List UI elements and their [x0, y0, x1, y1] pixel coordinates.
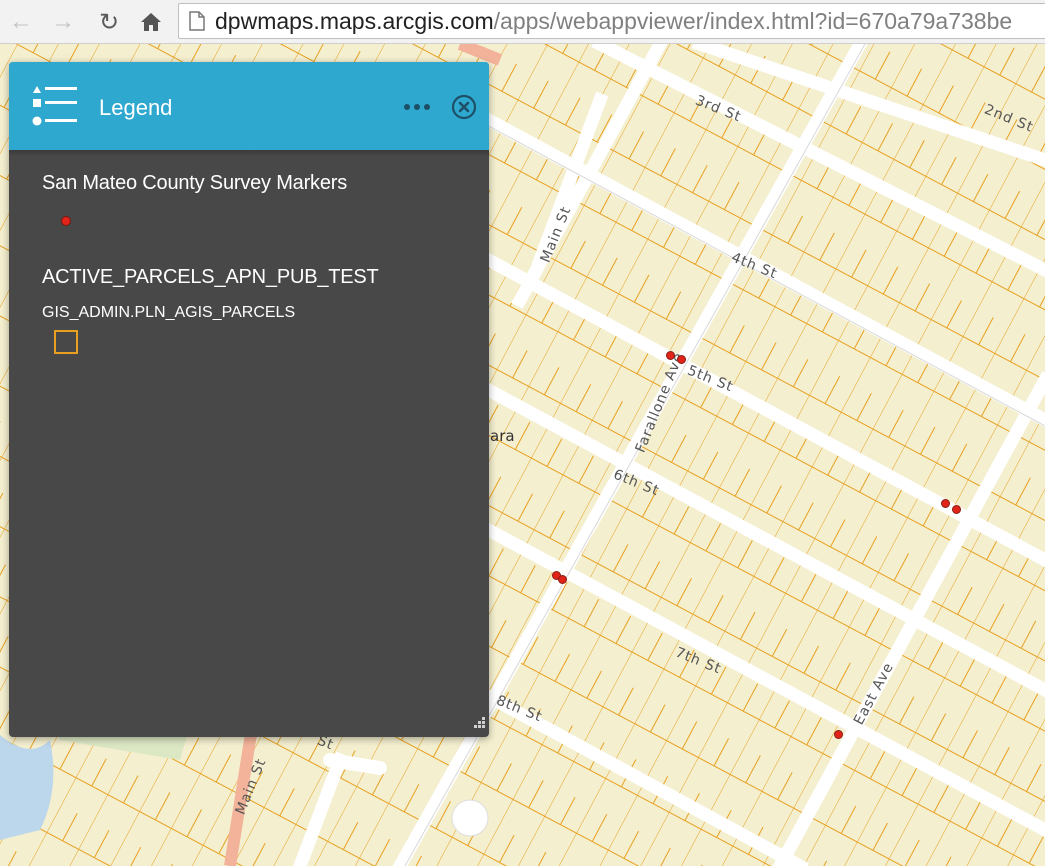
- survey-marker[interactable]: [666, 351, 675, 360]
- sublayer-label-parcels: GIS_ADMIN.PLN_AGIS_PARCELS: [42, 304, 296, 321]
- home-icon[interactable]: [136, 7, 166, 37]
- url-host: dpwmaps.maps.arcgis.com: [215, 7, 494, 34]
- page-icon: [189, 11, 205, 31]
- address-bar[interactable]: dpwmaps.maps.arcgis.com/apps/webappviewe…: [178, 3, 1045, 39]
- legend-list-icon: [32, 86, 77, 126]
- back-icon[interactable]: ←: [6, 7, 36, 37]
- resize-handle-icon[interactable]: [471, 716, 487, 732]
- url-path: /apps/webappviewer/index.html?id=670a79a…: [493, 7, 1013, 34]
- layer-title-active-parcels: ACTIVE_PARCELS_APN_PUB_TEST: [42, 266, 379, 288]
- browser-toolbar: ← → ↻ dpwmaps.maps.arcgis.com/apps/webap…: [0, 0, 1045, 44]
- layer-title-survey-markers: San Mateo County Survey Markers: [42, 172, 348, 194]
- forward-icon[interactable]: →: [48, 7, 78, 37]
- survey-marker[interactable]: [677, 355, 686, 364]
- survey-marker[interactable]: [834, 730, 843, 739]
- place-label: ara: [490, 427, 515, 445]
- survey-marker[interactable]: [558, 575, 567, 584]
- survey-marker-symbol: [61, 216, 71, 226]
- more-options-icon[interactable]: [403, 102, 431, 112]
- legend-header: Legend: [9, 62, 489, 156]
- survey-marker[interactable]: [952, 505, 961, 514]
- legend-title: Legend: [99, 95, 173, 120]
- close-icon[interactable]: [451, 94, 477, 120]
- survey-marker[interactable]: [941, 499, 950, 508]
- parcel-symbol: [54, 330, 78, 354]
- legend-panel: Legend San Mateo County Survey Markers A…: [9, 62, 489, 737]
- reload-icon[interactable]: ↻: [94, 7, 124, 37]
